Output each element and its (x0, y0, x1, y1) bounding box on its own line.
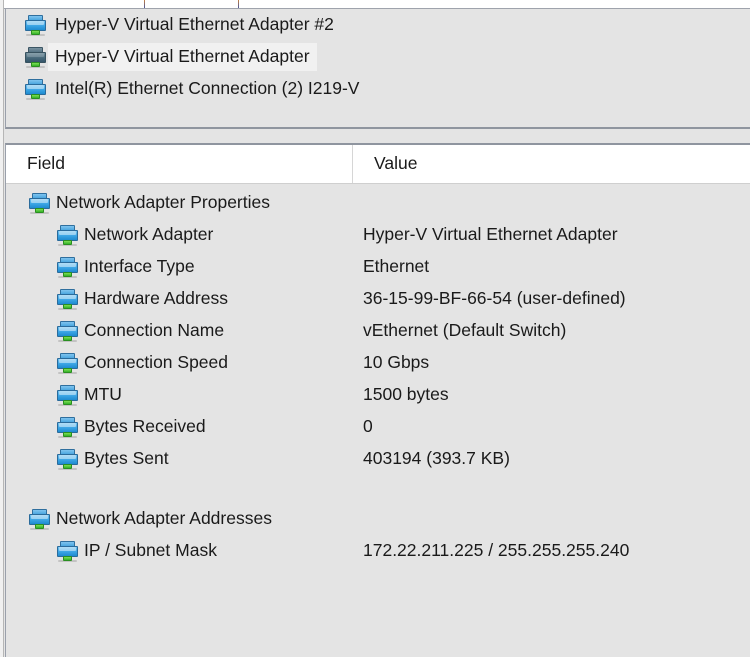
grid-group-row[interactable]: Network Adapter Properties (6, 187, 750, 219)
value-cell: 1500 bytes (363, 384, 449, 405)
network-adapter-icon (57, 448, 78, 470)
network-adapter-icon (57, 256, 78, 278)
field-cell: Connection Speed (6, 352, 353, 374)
field-cell: Interface Type (6, 256, 353, 278)
grid-group-title-cell: Network Adapter Properties (6, 192, 353, 214)
grid-group-title-cell: Network Adapter Addresses (6, 508, 353, 530)
value-cell: 10 Gbps (363, 352, 430, 373)
field-cell: IP / Subnet Mask (6, 540, 353, 562)
grid-group-title: Network Adapter Properties (56, 192, 270, 213)
adapter-list-item-label: Hyper-V Virtual Ethernet Adapter (48, 42, 317, 72)
table-row[interactable]: Connection Name vEthernet (Default Switch… (6, 315, 750, 347)
adapter-properties-grid[interactable]: Field Value Network Adapter Properties Ne… (5, 143, 750, 657)
network-adapter-icon (29, 508, 50, 530)
value-cell: 172.22.211.225 / 255.255.255.240 (363, 540, 630, 561)
network-adapter-list[interactable]: Hyper-V Virtual Ethernet Adapter #2 Hyper… (5, 9, 750, 129)
network-adapter-icon (57, 320, 78, 342)
network-adapter-icon (57, 416, 78, 438)
table-row[interactable]: Bytes Sent 403194 (393.7 KB) (6, 443, 750, 475)
field-cell: MTU (6, 384, 353, 406)
column-header-value[interactable]: Value (353, 145, 750, 183)
adapter-list-body: Hyper-V Virtual Ethernet Adapter #2 Hyper… (6, 9, 750, 105)
column-header-field[interactable]: Field (6, 145, 353, 183)
adapter-list-item[interactable]: Intel(R) Ethernet Connection (2) I219-V (6, 73, 750, 105)
field-cell: Bytes Received (6, 416, 353, 438)
field-label: Bytes Sent (84, 448, 169, 469)
network-info-window: Hyper-V Virtual Ethernet Adapter #2 Hyper… (0, 0, 750, 657)
table-row[interactable]: MTU 1500 bytes (6, 379, 750, 411)
table-row[interactable]: Network Adapter Hyper-V Virtual Ethernet … (6, 219, 750, 251)
network-adapter-icon (29, 192, 50, 214)
network-adapter-icon (25, 14, 46, 36)
field-label: Connection Speed (84, 352, 228, 373)
column-separator[interactable] (238, 0, 239, 8)
field-cell: Hardware Address (6, 288, 353, 310)
grid-body: Network Adapter Properties Network Adapte… (6, 184, 750, 567)
window-frame-left (0, 0, 4, 657)
table-row[interactable]: IP / Subnet Mask 172.22.211.225 / 255.255… (6, 535, 750, 567)
field-label: MTU (84, 384, 122, 405)
field-label: Connection Name (84, 320, 225, 341)
network-adapter-icon (57, 540, 78, 562)
field-label: Hardware Address (84, 288, 228, 309)
network-adapter-icon (25, 46, 46, 68)
table-row[interactable]: Interface Type Ethernet (6, 251, 750, 283)
value-cell: 403194 (393.7 KB) (363, 448, 510, 469)
network-adapter-icon (57, 224, 78, 246)
field-label: Interface Type (84, 256, 195, 277)
network-adapter-icon (25, 78, 46, 100)
grid-group-title: Network Adapter Addresses (56, 508, 272, 529)
value-cell: 36-15-99-BF-66-54 (user-defined) (363, 288, 626, 309)
adapter-list-item-label: Hyper-V Virtual Ethernet Adapter #2 (55, 13, 334, 34)
field-label: Bytes Received (84, 416, 206, 437)
field-cell: Connection Name (6, 320, 353, 342)
table-row[interactable]: Hardware Address 36-15-99-BF-66-54 (user-… (6, 283, 750, 315)
value-cell: 0 (363, 416, 373, 437)
column-separator[interactable] (144, 0, 145, 8)
grid-header-row: Field Value (6, 145, 750, 184)
adapter-list-item[interactable]: Hyper-V Virtual Ethernet Adapter (6, 41, 750, 73)
field-label: IP / Subnet Mask (84, 540, 217, 561)
clipped-top-header (0, 0, 750, 9)
grid-group-row[interactable]: Network Adapter Addresses (6, 503, 750, 535)
field-label: Network Adapter (84, 224, 214, 245)
adapter-list-item-label: Intel(R) Ethernet Connection (2) I219-V (55, 77, 360, 98)
field-cell: Network Adapter (6, 224, 353, 246)
value-cell: Ethernet (363, 256, 430, 277)
value-cell: Hyper-V Virtual Ethernet Adapter (363, 224, 618, 245)
table-row[interactable]: Bytes Received 0 (6, 411, 750, 443)
network-adapter-icon (57, 288, 78, 310)
adapter-list-item[interactable]: Hyper-V Virtual Ethernet Adapter #2 (6, 9, 750, 41)
table-row[interactable]: Connection Speed 10 Gbps (6, 347, 750, 379)
network-adapter-icon (57, 384, 78, 406)
field-cell: Bytes Sent (6, 448, 353, 470)
network-adapter-icon (57, 352, 78, 374)
value-cell: vEthernet (Default Switch) (363, 320, 567, 341)
